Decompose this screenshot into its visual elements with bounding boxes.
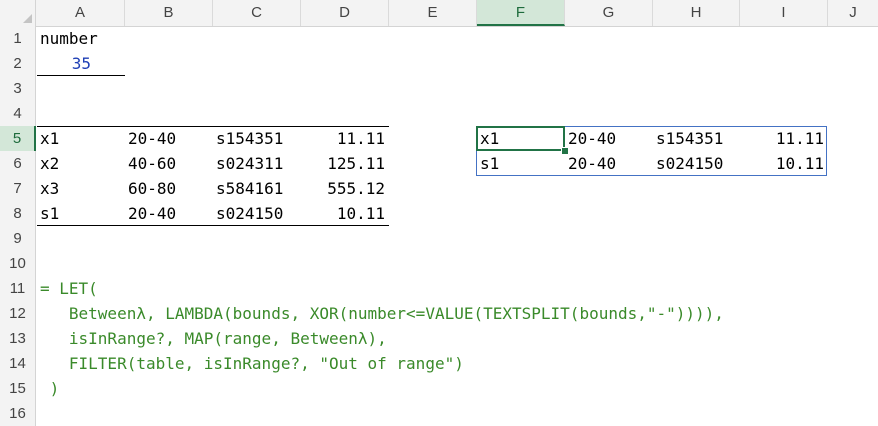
row-header-1[interactable]: 1 — [0, 26, 36, 51]
cell-a2-value[interactable]: 35 — [37, 51, 125, 76]
table-cell[interactable]: s1 — [37, 201, 125, 226]
table-cell[interactable]: 20-40 — [125, 201, 213, 226]
row-header-11[interactable]: 11 — [0, 276, 36, 301]
column-header-h[interactable]: H — [653, 0, 740, 26]
formula-line[interactable]: = LET( — [40, 276, 98, 301]
column-header-c[interactable]: C — [213, 0, 301, 26]
table-bottom-border — [37, 225, 389, 226]
column-header-j[interactable]: J — [828, 0, 878, 26]
row-header-5[interactable]: 5 — [0, 126, 36, 151]
row-header-12[interactable]: 12 — [0, 301, 36, 326]
row-header-7[interactable]: 7 — [0, 176, 36, 201]
cell-a1-label[interactable]: number — [37, 26, 125, 51]
result-cell[interactable]: 20-40 — [565, 126, 653, 151]
table-cell[interactable]: s154351 — [213, 126, 301, 151]
formula-line[interactable]: ) — [40, 376, 60, 401]
row-header-2[interactable]: 2 — [0, 51, 36, 76]
column-header-d[interactable]: D — [301, 0, 389, 26]
row-header-9[interactable]: 9 — [0, 226, 36, 251]
formula-line[interactable]: Betweenλ, LAMBDA(bounds, XOR(number<=VAL… — [40, 301, 724, 326]
result-cell[interactable]: s1 — [477, 151, 565, 176]
column-header-b[interactable]: B — [125, 0, 213, 26]
table-cell[interactable]: s584161 — [213, 176, 301, 201]
column-header-i[interactable]: I — [740, 0, 828, 26]
table-cell[interactable]: 125.11 — [301, 151, 389, 176]
table-cell[interactable]: s024150 — [213, 201, 301, 226]
table-cell[interactable]: 10.11 — [301, 201, 389, 226]
row-header-16[interactable]: 16 — [0, 401, 36, 426]
table-cell[interactable]: x1 — [37, 126, 125, 151]
column-header-a[interactable]: A — [36, 0, 125, 26]
row-header-14[interactable]: 14 — [0, 351, 36, 376]
table-cell[interactable]: x2 — [37, 151, 125, 176]
result-cell[interactable]: s024150 — [653, 151, 740, 176]
table-cell[interactable]: 20-40 — [125, 126, 213, 151]
column-header-f[interactable]: F — [477, 0, 565, 26]
column-header-e[interactable]: E — [389, 0, 477, 26]
result-cell[interactable]: s154351 — [653, 126, 740, 151]
row-header-13[interactable]: 13 — [0, 326, 36, 351]
result-cell[interactable]: 20-40 — [565, 151, 653, 176]
formula-line[interactable]: isInRange?, MAP(range, Betweenλ), — [40, 326, 387, 351]
result-cell[interactable]: 11.11 — [740, 126, 828, 151]
table-cell[interactable]: 11.11 — [301, 126, 389, 151]
formula-line[interactable]: FILTER(table, isInRange?, "Out of range"… — [40, 351, 464, 376]
table-cell[interactable]: 60-80 — [125, 176, 213, 201]
table-cell[interactable]: 555.12 — [301, 176, 389, 201]
row-header-15[interactable]: 15 — [0, 376, 36, 401]
table-cell[interactable]: x3 — [37, 176, 125, 201]
result-cell[interactable]: 10.11 — [740, 151, 828, 176]
table-cell[interactable]: s024311 — [213, 151, 301, 176]
row-header-6[interactable]: 6 — [0, 151, 36, 176]
select-all-icon — [23, 14, 32, 23]
table-cell[interactable]: 40-60 — [125, 151, 213, 176]
active-cell-selection[interactable] — [476, 126, 565, 151]
row-header-3[interactable]: 3 — [0, 76, 36, 101]
cell-a2-bottom-border — [37, 75, 125, 76]
row-header-10[interactable]: 10 — [0, 251, 36, 276]
row-header-8[interactable]: 8 — [0, 201, 36, 226]
row-header-4[interactable]: 4 — [0, 101, 36, 126]
column-header-g[interactable]: G — [565, 0, 653, 26]
fill-handle[interactable] — [561, 147, 569, 155]
select-all-corner[interactable] — [0, 0, 36, 26]
